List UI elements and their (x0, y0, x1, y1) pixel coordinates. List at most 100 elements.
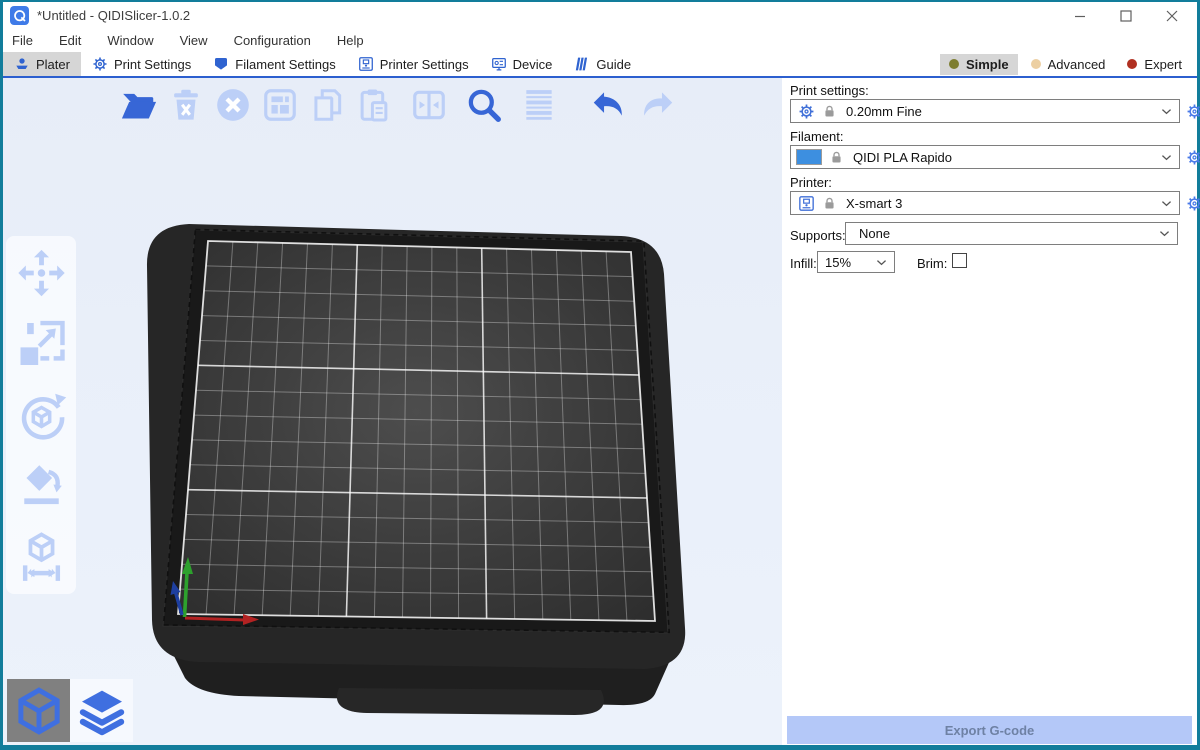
maximize-button[interactable] (1103, 2, 1149, 29)
minimize-button[interactable] (1057, 2, 1103, 29)
filament-value: QIDI PLA Rapido (853, 150, 952, 165)
brim-label: Brim: (917, 256, 947, 271)
menu-view[interactable]: View (180, 33, 208, 48)
arrange-button[interactable] (261, 86, 299, 124)
mode-selector: Simple Advanced Expert (940, 52, 1197, 76)
window-controls (1057, 2, 1195, 29)
printer-label: Printer: (790, 175, 832, 190)
chevron-down-icon (1157, 226, 1172, 241)
preview-layers-button[interactable] (70, 679, 133, 742)
printer-combo[interactable]: X-smart 3 (790, 191, 1180, 215)
search-button[interactable] (465, 86, 503, 124)
expert-dot-icon (1127, 59, 1137, 69)
delete-all-icon (214, 86, 252, 124)
advanced-dot-icon (1031, 59, 1041, 69)
menu-file[interactable]: File (12, 33, 33, 48)
menu-configuration[interactable]: Configuration (234, 33, 311, 48)
measure-button[interactable] (15, 530, 68, 584)
lock-icon (822, 196, 837, 211)
scale-icon (15, 317, 68, 371)
place-on-face-icon (15, 459, 68, 513)
window-title: *Untitled - QIDISlicer-1.0.2 (37, 8, 190, 23)
layers-icon (520, 86, 558, 124)
main-content: Print settings: 0.20mm Fine Filament: QI… (3, 78, 1197, 745)
mode-advanced[interactable]: Advanced (1022, 54, 1115, 75)
bed-handle (337, 688, 604, 715)
bed-3d-scene[interactable] (3, 78, 782, 745)
rotate-icon (15, 388, 68, 442)
move-button[interactable] (15, 246, 68, 300)
plater-icon (14, 56, 30, 72)
edit-print-settings-gear-icon[interactable] (1186, 103, 1200, 120)
supports-label: Supports: (790, 228, 846, 243)
redo-icon (639, 86, 677, 124)
simple-dot-icon (949, 59, 959, 69)
infill-combo[interactable]: 15% (817, 251, 895, 273)
search-icon (465, 86, 503, 124)
tab-bar: Plater Print Settings Filament Settings … (3, 52, 1197, 78)
copy-button[interactable] (308, 86, 346, 124)
printer-icon (358, 56, 374, 72)
print-settings-combo[interactable]: 0.20mm Fine (790, 99, 1180, 123)
supports-value: None (859, 226, 890, 241)
tab-print-settings[interactable]: Print Settings (81, 52, 202, 76)
filament-combo[interactable]: QIDI PLA Rapido (790, 145, 1180, 169)
delete-all-button[interactable] (214, 86, 252, 124)
brim-checkbox[interactable] (952, 253, 967, 268)
tab-filament-settings[interactable]: Filament Settings (202, 52, 346, 76)
title-bar: *Untitled - QIDISlicer-1.0.2 (3, 2, 1197, 29)
tab-guide[interactable]: Guide (563, 52, 642, 76)
filament-label: Filament: (790, 129, 843, 144)
device-icon (491, 56, 507, 72)
redo-button[interactable] (639, 86, 677, 124)
export-gcode-button[interactable]: Export G-code (787, 716, 1192, 744)
undo-icon (589, 86, 627, 124)
paste-button[interactable] (355, 86, 393, 124)
lock-icon (829, 150, 844, 165)
chevron-down-icon (1159, 104, 1174, 119)
supports-combo[interactable]: None (845, 222, 1178, 245)
move-icon (15, 246, 68, 300)
infill-value: 15% (825, 255, 851, 270)
edit-filament-gear-icon[interactable] (1186, 149, 1200, 166)
gizmo-toolbar (6, 236, 76, 594)
tab-plater[interactable]: Plater (3, 52, 81, 76)
delete-button[interactable] (167, 86, 205, 124)
split-objects-button[interactable] (410, 86, 448, 124)
printer-value: X-smart 3 (846, 196, 902, 211)
arrange-icon (261, 86, 299, 124)
qidislicer-window: *Untitled - QIDISlicer-1.0.2 File Edit W… (0, 0, 1200, 750)
print-settings-value: 0.20mm Fine (846, 104, 922, 119)
undo-button[interactable] (589, 86, 627, 124)
printer-icon (798, 195, 815, 212)
close-button[interactable] (1149, 2, 1195, 29)
open-project-button[interactable] (120, 86, 158, 124)
measure-icon (15, 530, 68, 584)
editor-3d-button[interactable] (7, 679, 70, 742)
scale-button[interactable] (15, 317, 68, 371)
variable-layer-height-button[interactable] (520, 86, 558, 124)
tab-printer-settings[interactable]: Printer Settings (347, 52, 480, 76)
menu-edit[interactable]: Edit (59, 33, 81, 48)
rotate-button[interactable] (15, 388, 68, 442)
edit-printer-gear-icon[interactable] (1186, 195, 1200, 212)
delete-icon (167, 86, 205, 124)
mode-simple[interactable]: Simple (940, 54, 1018, 75)
gear-icon (92, 56, 108, 72)
menu-help[interactable]: Help (337, 33, 364, 48)
settings-sidebar: Print settings: 0.20mm Fine Filament: QI… (782, 78, 1197, 745)
viewport-3d[interactable] (3, 78, 782, 745)
chevron-down-icon (874, 255, 889, 270)
split-objects-icon (410, 86, 448, 124)
editor-3d-icon (14, 686, 64, 736)
chevron-down-icon (1159, 150, 1174, 165)
lock-icon (822, 104, 837, 119)
place-on-face-button[interactable] (15, 459, 68, 513)
paste-icon (355, 86, 393, 124)
menu-window[interactable]: Window (107, 33, 153, 48)
menu-bar: File Edit Window View Configuration Help (3, 29, 1197, 52)
tab-device[interactable]: Device (480, 52, 564, 76)
mode-expert[interactable]: Expert (1118, 54, 1191, 75)
guide-icon (574, 56, 590, 72)
infill-label: Infill: (790, 256, 817, 271)
